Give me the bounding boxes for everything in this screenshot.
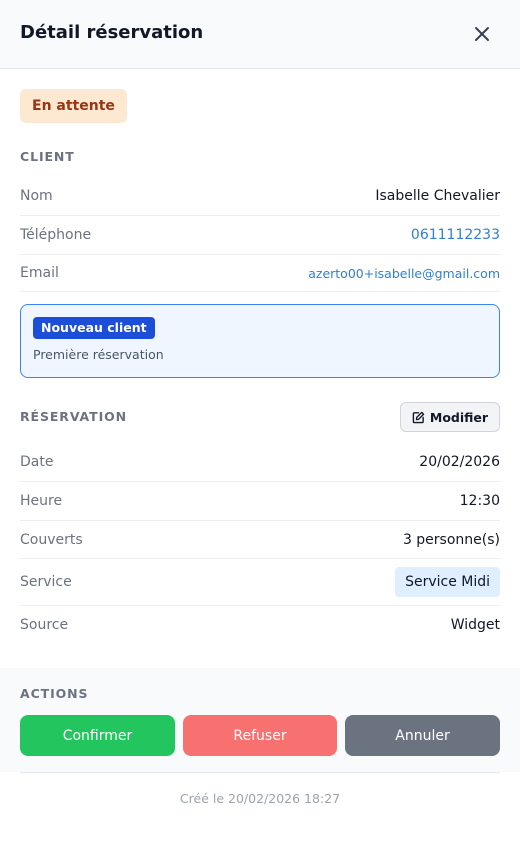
created-timestamp: Créé le 20/02/2026 18:27 [179,791,341,806]
source-label: Source [20,617,69,633]
reservation-section-title: RÉSERVATION [20,409,128,424]
refuse-button[interactable]: Refuser [183,715,337,756]
phone-label: Téléphone [20,227,92,243]
date-label: Date [20,454,54,470]
modify-label: Modifier [429,409,489,425]
close-icon [475,27,489,41]
actions-section-title: ACTIONS [20,686,89,701]
name-label: Nom [20,188,53,204]
footer-divider [20,772,500,773]
source-value: Widget [450,617,500,633]
name-value: Isabelle Chevalier [375,188,500,204]
covers-value: 3 personne(s) [402,531,500,548]
email-label: Email [20,265,59,281]
covers-label: Couverts [20,531,83,548]
edit-icon [412,411,425,423]
new-client-box: Nouveau client Première réservation [20,304,500,378]
close-button[interactable] [466,18,498,50]
service-label: Service [20,574,72,590]
date-row: Date 20/02/2026 [20,443,500,482]
modal-header: Détail réservation [0,0,520,69]
status-badge: En attente [20,89,127,123]
email-link[interactable]: azerto00+isabelle@gmail.com [308,266,500,281]
source-row: Source Widget [20,606,500,644]
time-value: 12:30 [459,493,500,509]
client-name-row: Nom Isabelle Chevalier [20,177,500,216]
client-email-row: Email azerto00+isabelle@gmail.com [20,255,500,292]
time-label: Heure [20,493,63,509]
service-row: Service Service Midi [20,559,500,606]
date-value: 20/02/2026 [419,454,500,470]
client-phone-row: Téléphone 0611112233 [20,216,500,255]
phone-link[interactable]: 0611112233 [411,227,500,243]
new-client-subtitle: Première réservation [33,347,164,362]
modal-title: Détail réservation [20,22,204,43]
time-row: Heure 12:30 [20,482,500,521]
new-client-badge: Nouveau client [33,317,155,339]
service-badge: Service Midi [395,567,500,597]
covers-row: Couverts 3 personne(s) [20,521,500,559]
modify-button[interactable]: Modifier [400,402,500,432]
client-section-title: CLIENT [20,149,75,164]
confirm-button[interactable]: Confirmer [20,715,175,756]
cancel-button[interactable]: Annuler [345,715,500,756]
